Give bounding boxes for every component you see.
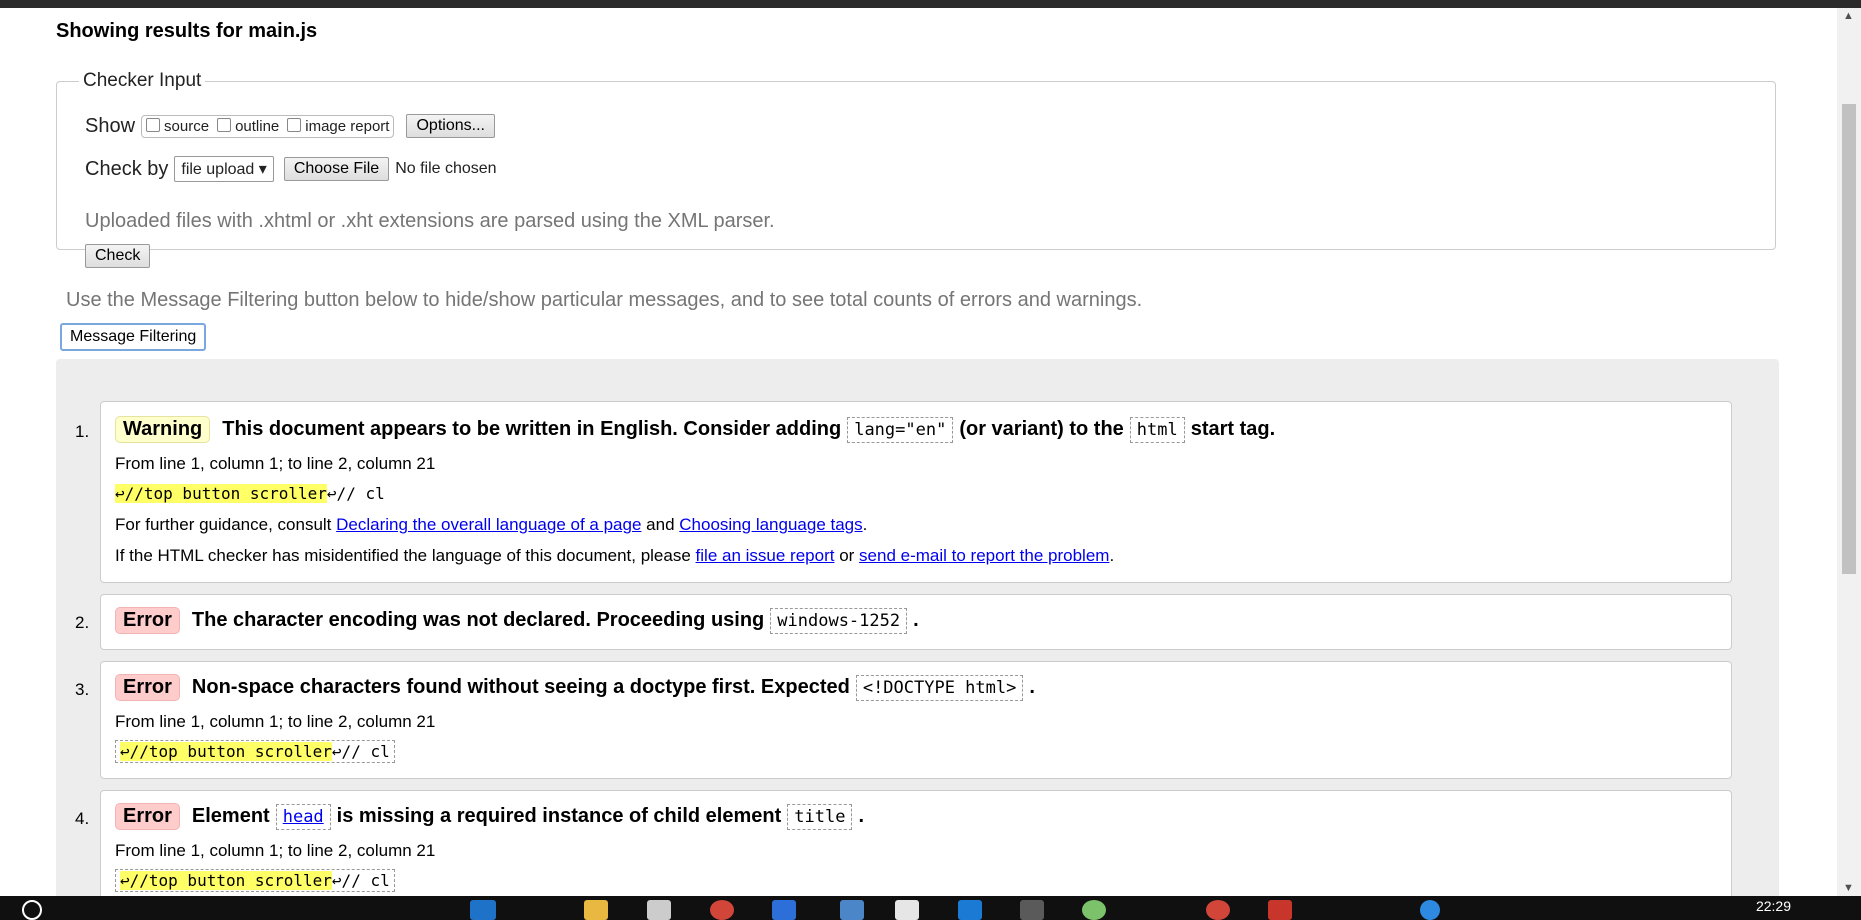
outline-checkbox[interactable]	[217, 117, 232, 132]
extract-highlight: ↩//top button scroller	[120, 871, 332, 890]
show-image-report-option[interactable]: image report	[287, 117, 389, 135]
scroll-up-icon[interactable]: ▲	[1843, 10, 1854, 22]
options-button[interactable]: Options...	[406, 114, 495, 138]
check-by-row: Check by file upload ▾ Choose File No fi…	[85, 156, 497, 182]
extract-rest: ↩// cl	[331, 871, 390, 890]
message-number: 1.	[75, 422, 90, 441]
warning-badge: Warning	[115, 416, 211, 443]
edge-icon[interactable]	[470, 900, 496, 920]
scrollbar-thumb[interactable]	[1842, 104, 1856, 574]
show-label: Show	[85, 114, 136, 137]
window-top-border	[0, 0, 1861, 8]
page-content: Showing results for main.js Checker Inpu…	[0, 8, 1837, 896]
source-extract: ↩//top button scroller↩// cl	[115, 869, 395, 892]
vertical-scrollbar[interactable]: ▲ ▼	[1837, 8, 1861, 896]
error-badge: Error	[115, 607, 180, 634]
store-icon[interactable]	[647, 900, 671, 920]
app-icon[interactable]	[895, 900, 919, 920]
message-text: is missing a required instance of child …	[336, 805, 782, 827]
message-location: From line 1, column 1; to line 2, column…	[115, 454, 436, 473]
image-report-checkbox[interactable]	[287, 117, 302, 132]
send-email-link[interactable]: send e-mail to report the problem	[859, 546, 1109, 565]
code-snippet: lang="en"	[847, 416, 954, 443]
message-text: This document appears to be written in E…	[222, 418, 842, 440]
taskbar-clock[interactable]: 22:29	[1756, 898, 1791, 914]
message-location: From line 1, column 1; to line 2, column…	[115, 841, 436, 860]
source-checkbox[interactable]	[146, 117, 161, 132]
results-panel: 1. Warning This document appears to be w…	[56, 359, 1779, 896]
message-text: .	[913, 609, 919, 631]
show-row: Show source outline image report Options…	[85, 114, 495, 138]
file-explorer-icon[interactable]	[584, 900, 608, 920]
show-options-group: source outline image report	[141, 114, 395, 138]
app-icon[interactable]	[958, 900, 982, 920]
message-text: The character encoding was not declared.…	[191, 609, 765, 631]
message-number: 3.	[75, 680, 90, 699]
message-item: 2. Error The character encoding was not …	[75, 594, 1732, 650]
check-row: Check	[85, 244, 151, 268]
no-file-text: No file chosen	[395, 160, 497, 177]
message-location: From line 1, column 1; to line 2, column…	[115, 712, 436, 731]
code-snippet: head	[275, 803, 331, 830]
extract-highlight: ↩//top button scroller	[120, 742, 332, 761]
scroll-down-icon[interactable]: ▼	[1843, 882, 1854, 894]
message-text: Element	[191, 805, 270, 827]
show-outline-option[interactable]: outline	[217, 117, 279, 135]
chrome-icon[interactable]	[1206, 900, 1230, 920]
xml-parser-hint: Uploaded files with .xhtml or .xht exten…	[85, 210, 775, 232]
app-icon[interactable]	[1082, 900, 1106, 920]
source-extract: ↩//top button scroller↩// cl	[115, 740, 395, 763]
check-button[interactable]: Check	[85, 244, 151, 268]
file-issue-link[interactable]: file an issue report	[696, 546, 835, 565]
code-snippet: title	[787, 803, 853, 830]
message-filtering-button[interactable]: Message Filtering	[60, 323, 207, 351]
pen-app-icon[interactable]	[840, 900, 864, 920]
message-heading: Error Non-space characters found without…	[115, 674, 1035, 701]
error-badge: Error	[115, 674, 180, 701]
message-text: Non-space characters found without seein…	[191, 676, 850, 698]
head-element-link[interactable]: head	[283, 807, 324, 827]
show-source-option[interactable]: source	[146, 117, 209, 135]
filter-instructions: Use the Message Filtering button below t…	[66, 289, 1143, 311]
message-heading: Warning This document appears to be writ…	[115, 416, 1275, 443]
tray-icon[interactable]	[1420, 900, 1440, 920]
guidance-line: For further guidance, consult Declaring …	[115, 515, 868, 534]
choose-file-button[interactable]: Choose File	[283, 157, 390, 181]
code-snippet: windows-1252	[770, 607, 908, 634]
message-number: 4.	[75, 809, 90, 828]
check-by-label: Check by	[85, 157, 169, 180]
page-title: Showing results for main.js	[56, 20, 318, 42]
source-extract: ↩//top button scroller↩// cl	[115, 484, 385, 503]
dropdown-arrow-icon: ▾	[258, 161, 267, 178]
message-text: start tag.	[1190, 418, 1276, 440]
declaring-language-link[interactable]: Declaring the overall language of a page	[336, 515, 641, 534]
chrome-icon[interactable]	[710, 900, 734, 920]
message-item: 3. Error Non-space characters found with…	[75, 661, 1732, 779]
message-text: (or variant) to the	[959, 418, 1124, 440]
message-item: 4. Error Element head is missing a requi…	[75, 790, 1732, 896]
extract-highlight: ↩//top button scroller	[115, 484, 327, 503]
dropbox-icon[interactable]	[772, 900, 796, 920]
app-icon[interactable]	[1020, 900, 1044, 920]
checker-input-panel: Checker Input Show source outline image …	[56, 70, 1776, 268]
message-text: .	[1029, 676, 1035, 698]
code-snippet: <!DOCTYPE html>	[855, 674, 1024, 701]
misidentified-line: If the HTML checker has misidentified th…	[115, 546, 1115, 565]
message-number: 2.	[75, 613, 90, 632]
message-heading: Error The character encoding was not dec…	[115, 607, 919, 634]
extract-rest: ↩// cl	[331, 742, 390, 761]
windows-taskbar: 22:29	[0, 896, 1861, 920]
checker-legend: Checker Input	[83, 70, 202, 91]
message-heading: Error Element head is missing a required…	[115, 803, 864, 830]
check-by-select[interactable]: file upload ▾	[174, 156, 274, 182]
message-text: .	[858, 805, 864, 827]
message-item: 1. Warning This document appears to be w…	[75, 401, 1732, 583]
error-badge: Error	[115, 803, 180, 830]
extract-rest: ↩// cl	[326, 484, 385, 503]
choosing-language-tags-link[interactable]: Choosing language tags	[679, 515, 862, 534]
search-icon[interactable]	[22, 900, 42, 920]
pdf-icon[interactable]	[1268, 900, 1292, 920]
code-snippet: html	[1129, 416, 1185, 443]
